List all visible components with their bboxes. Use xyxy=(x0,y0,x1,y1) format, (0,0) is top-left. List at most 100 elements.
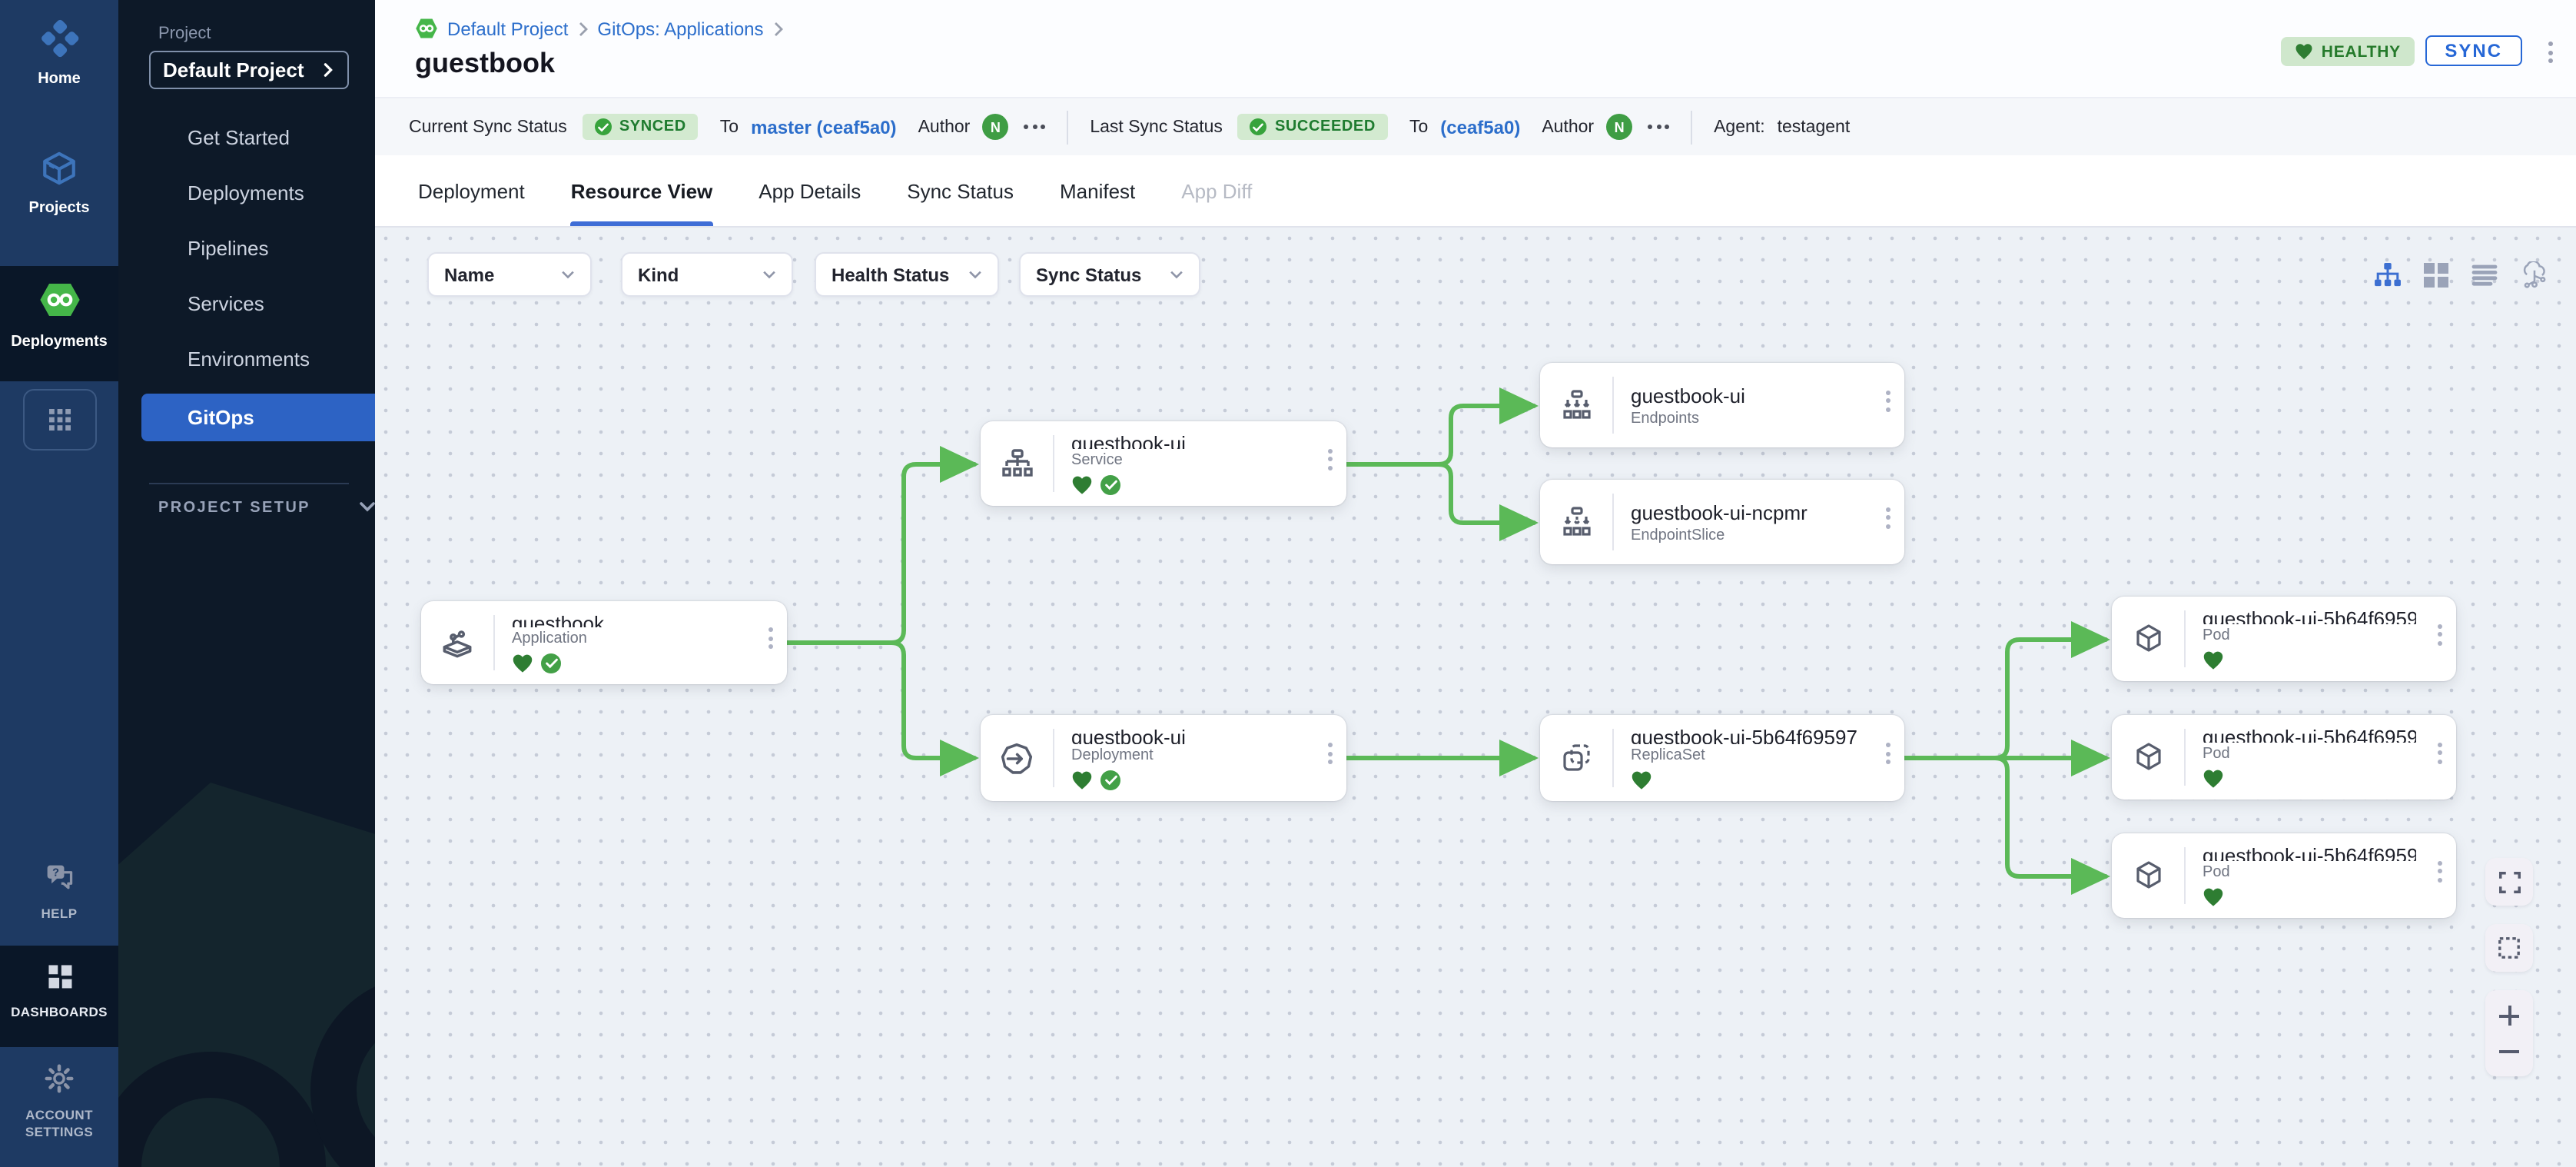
node-kind: Pod xyxy=(2203,627,2416,644)
commit-more-menu-icon[interactable] xyxy=(1024,125,1045,129)
pod-icon xyxy=(2112,715,2184,800)
node-endpointslice-guestbook-ui-ncpmr[interactable]: guestbook-ui-ncpmr EndpointSlice xyxy=(1540,480,1904,564)
filter-kind[interactable]: Kind xyxy=(621,252,793,297)
rail-item-module-picker[interactable] xyxy=(0,389,118,451)
page-title: guestbook xyxy=(415,48,555,80)
gitops-infinity-icon xyxy=(415,17,438,40)
heart-icon xyxy=(2295,43,2314,60)
node-service-guestbook-ui[interactable]: guestbook-ui Service xyxy=(981,421,1346,506)
divider xyxy=(1691,110,1692,144)
project-sidebar: Project Default Project Get Started Depl… xyxy=(118,0,375,1167)
gear-icon xyxy=(43,1062,75,1095)
grid-view-toggle[interactable] xyxy=(2422,261,2450,289)
marquee-select-button[interactable] xyxy=(2485,924,2533,972)
node-more-menu-icon[interactable] xyxy=(768,627,773,649)
author-avatar: N xyxy=(1606,114,1632,140)
header-more-menu-icon[interactable] xyxy=(2548,42,2553,63)
project-selector-value: Default Project xyxy=(163,58,321,81)
chevron-right-icon xyxy=(773,21,784,36)
network-view-toggle[interactable] xyxy=(2521,261,2548,289)
tab-app-details[interactable]: App Details xyxy=(759,155,861,226)
node-pod-3[interactable]: guestbook-ui-5b64f6959... Pod xyxy=(2112,833,2456,918)
node-more-menu-icon[interactable] xyxy=(2438,742,2442,763)
tab-app-diff: App Diff xyxy=(1181,155,1252,226)
breadcrumb-project-link[interactable]: Default Project xyxy=(447,18,568,39)
resource-tree-connectors xyxy=(375,228,2576,1167)
node-more-menu-icon[interactable] xyxy=(1886,507,1891,528)
node-kind: Deployment xyxy=(1071,747,1306,764)
filter-health-status[interactable]: Health Status xyxy=(815,252,999,297)
rail-item-help[interactable]: ? HELP xyxy=(0,863,118,921)
tab-sync-status[interactable]: Sync Status xyxy=(907,155,1014,226)
healthy-heart-icon xyxy=(2203,769,2224,789)
resource-tree-canvas[interactable]: Name Kind Health Status Sync Status xyxy=(375,228,2576,1167)
synced-check-icon xyxy=(1100,770,1120,790)
filter-sync-status[interactable]: Sync Status xyxy=(1019,252,1200,297)
endpointslice-icon xyxy=(1540,480,1612,564)
agent-value: testagent xyxy=(1778,118,1851,136)
fullscreen-icon xyxy=(2498,871,2520,893)
tab-resource-view[interactable]: Resource View xyxy=(571,155,713,226)
list-view-toggle[interactable] xyxy=(2470,261,2498,289)
breadcrumb-applications-link[interactable]: GitOps: Applications xyxy=(597,18,763,39)
author-label: Author xyxy=(918,118,971,136)
rail-item-label: Deployments xyxy=(0,334,118,351)
rail-item-projects[interactable]: Projects xyxy=(0,149,118,217)
rail-item-dashboards[interactable]: DASHBOARDS xyxy=(0,946,118,1047)
application-icon xyxy=(421,601,493,684)
healthy-heart-icon xyxy=(1631,770,1652,790)
tab-deployment[interactable]: Deployment xyxy=(418,155,525,226)
commit-more-menu-icon[interactable] xyxy=(1648,125,1669,129)
sidebar-item-services[interactable]: Services xyxy=(188,292,264,315)
health-status-badge: HEALTHY xyxy=(2282,37,2415,66)
node-pod-2[interactable]: guestbook-ui-5b64f6959... Pod xyxy=(2112,715,2456,800)
node-more-menu-icon[interactable] xyxy=(2438,860,2442,882)
breadcrumb: Default Project GitOps: Applications xyxy=(415,17,784,40)
project-selector[interactable]: Default Project xyxy=(149,51,349,89)
node-more-menu-icon[interactable] xyxy=(1328,743,1333,764)
sidebar-item-deployments[interactable]: Deployments xyxy=(188,181,304,204)
sidebar-item-environments[interactable]: Environments xyxy=(188,347,310,371)
current-revision-link[interactable]: master (ceaf5a0) xyxy=(751,116,896,138)
sidebar-item-pipelines[interactable]: Pipelines xyxy=(188,237,269,260)
last-revision-link[interactable]: (ceaf5a0) xyxy=(1440,116,1520,138)
chevron-right-icon xyxy=(577,21,588,36)
node-replicaset-guestbook-ui-5b64f69597[interactable]: guestbook-ui-5b64f69597 ReplicaSet xyxy=(1540,715,1904,801)
pod-icon xyxy=(2112,833,2184,918)
home-logo-icon xyxy=(39,18,79,58)
rail-item-deployments[interactable]: Deployments xyxy=(0,266,118,381)
node-more-menu-icon[interactable] xyxy=(1886,390,1891,411)
tree-view-toggle[interactable] xyxy=(2373,261,2401,289)
node-more-menu-icon[interactable] xyxy=(1886,743,1891,764)
sync-button-label: SYNC xyxy=(2445,40,2502,62)
sync-button[interactable]: SYNC xyxy=(2425,35,2522,66)
chevron-down-icon xyxy=(968,270,982,279)
node-kind: ReplicaSet xyxy=(1631,747,1864,764)
node-title: guestbook-ui-5b64f6959... xyxy=(2203,726,2416,743)
sidebar-item-get-started[interactable]: Get Started xyxy=(188,126,290,149)
chevron-right-icon xyxy=(321,63,335,77)
healthy-heart-icon xyxy=(1071,475,1093,495)
check-circle-icon xyxy=(595,118,612,135)
project-setup-toggle[interactable]: PROJECT SETUP xyxy=(158,500,375,517)
tab-manifest[interactable]: Manifest xyxy=(1060,155,1135,226)
node-application-guestbook[interactable]: guestbook Application xyxy=(421,601,787,684)
zoom-in-button[interactable] xyxy=(2499,1006,2519,1026)
fullscreen-button[interactable] xyxy=(2485,858,2533,906)
sidebar-item-gitops[interactable]: GitOps xyxy=(141,394,375,441)
node-deployment-guestbook-ui[interactable]: guestbook-ui Deployment xyxy=(981,715,1346,801)
project-section-label: Project xyxy=(158,25,211,43)
node-pod-1[interactable]: guestbook-ui-5b64f6959... Pod xyxy=(2112,597,2456,681)
node-endpoints-guestbook-ui[interactable]: guestbook-ui Endpoints xyxy=(1540,363,1904,447)
node-kind: Service xyxy=(1071,452,1306,469)
node-more-menu-icon[interactable] xyxy=(2438,623,2442,645)
rail-item-home[interactable]: Home xyxy=(0,18,118,88)
filter-name[interactable]: Name xyxy=(427,252,592,297)
rail-item-account-settings[interactable]: ACCOUNT SETTINGS xyxy=(0,1062,118,1140)
node-more-menu-icon[interactable] xyxy=(1328,448,1333,470)
chevron-down-icon xyxy=(1170,270,1183,279)
zoom-out-button[interactable] xyxy=(2499,1041,2519,1061)
healthy-heart-icon xyxy=(2203,650,2224,670)
node-kind: EndpointSlice xyxy=(1631,527,1864,544)
node-kind: Application xyxy=(512,630,747,647)
